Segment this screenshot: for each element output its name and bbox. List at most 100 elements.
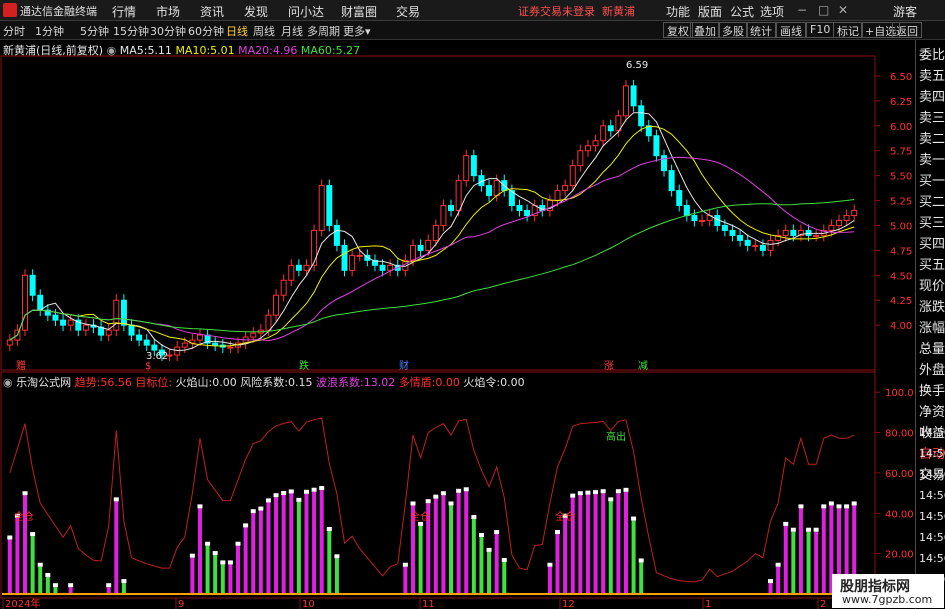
wave-cap [631,516,637,521]
menu-banmian[interactable]: 版面 [698,3,722,20]
menu-faxian[interactable]: 发现 [244,3,268,20]
wave-cap [7,535,13,540]
wave-bar [121,583,126,594]
wave-bar [296,501,301,594]
close-icon[interactable]: ✕ [838,3,848,17]
wave-cap [250,509,256,514]
candle-body [212,342,219,346]
minimize-icon[interactable]: − [797,3,807,17]
menu-gongneng[interactable]: 功能 [666,3,690,20]
wave-cap [844,504,850,509]
date-tick-label: 12 [562,599,575,609]
ind-tick-label: 80.00 [885,429,914,440]
wave-bar [487,551,492,594]
menu-hangqing[interactable]: 行情 [112,3,136,20]
candle-body [303,264,310,271]
wave-bar [312,491,317,594]
menu-shichang[interactable]: 市场 [156,3,180,20]
wave-cap [623,487,629,492]
period-daily[interactable]: 日线 [226,23,248,39]
wave-cap [813,527,819,532]
btn-tongji[interactable]: 统计 [746,22,776,38]
menu-jiaoyi[interactable]: 交易 [396,3,420,20]
period-fenshi[interactable]: 分时 [3,23,25,39]
wave-bar [456,492,461,594]
wave-cap [790,527,796,532]
candle-body [356,254,363,257]
btn-huaxian[interactable]: 画线 [776,22,806,38]
candle-body [273,294,280,316]
candle-body [120,299,127,326]
candle-body [828,224,835,231]
wave-cap [501,557,507,562]
wave-cap [402,562,408,567]
candle-body [607,125,614,132]
guest-button[interactable]: 游客 [893,3,917,20]
kline-chart[interactable]: 6.50 6.25 6.00 5.75 5.50 5.25 5.00 4.75 4.50 4.25… [0,40,915,609]
period-more[interactable]: 更多▾ [343,23,371,39]
candle-body [409,244,416,261]
candle-body [417,244,424,251]
wave-cap [273,493,279,498]
period-1min[interactable]: 1分钟 [35,23,64,39]
btn-fuquan[interactable]: 复权 [663,22,693,38]
wave-cap [494,530,500,535]
candle-body [661,155,668,172]
wave-cap [798,504,804,509]
period-5min[interactable]: 5分钟 [80,23,109,39]
candle-body [143,339,150,346]
wave-bar [319,490,324,594]
wave-bar [403,566,408,594]
period-monthly[interactable]: 月线 [281,23,303,39]
indicator-axis: 100.0 80.00 60.00 40.00 20.00 [875,388,914,561]
btn-back[interactable]: 返回 [892,22,922,38]
menu-caifuquan[interactable]: 财富圈 [341,3,377,20]
wave-cap [106,583,112,588]
period-multi[interactable]: 多周期 [307,23,340,39]
marker-zhang: 涨 [604,360,614,372]
wave-cap [212,551,218,556]
menu-xuanxiang[interactable]: 选项 [760,3,784,20]
wave-cap [45,572,51,577]
candle-body [584,145,591,152]
full-label-3: 全仓 [555,510,575,523]
menu-wenxiaoda[interactable]: 问小达 [288,3,324,20]
menu-zixun[interactable]: 资讯 [200,3,224,20]
menu-gongshi[interactable]: 公式 [730,3,754,20]
ma60-line [9,199,855,341]
date-tick-label: 2 [820,599,826,609]
candle-body [843,214,850,221]
login-warning[interactable]: 证券交易未登录 新黄浦 [518,3,635,19]
candle-body [516,205,523,212]
wave-bar [821,508,826,594]
btn-biaoji[interactable]: 标记 [833,22,863,38]
candle-body [577,150,584,167]
wave-bar [608,501,613,594]
app-name: 通达信金融终端 [20,5,97,18]
candle-body [630,85,637,107]
btn-duogu[interactable]: 多股 [718,22,748,38]
candle-body [699,219,706,222]
price-grid [875,75,880,326]
candle-body [29,274,36,296]
wave-cap [220,560,226,565]
maximize-icon[interactable]: □ [818,3,829,17]
period-15min[interactable]: 15分钟 [113,23,149,39]
wave-cap [783,521,789,526]
candle-body [790,229,797,236]
btn-diejia[interactable]: 叠加 [690,22,720,38]
marker-zeng: 赠 [16,359,26,372]
wave-bar [236,545,241,594]
wave-cap [547,562,553,567]
period-60min[interactable]: 60分钟 [188,23,224,39]
wave-cap [775,562,781,567]
candle-body [52,314,59,321]
candle-body [181,342,188,348]
period-weekly[interactable]: 周线 [253,23,275,39]
btn-f10[interactable]: F10 [806,22,835,38]
wave-bar [806,531,811,594]
wave-cap [258,506,264,511]
period-30min[interactable]: 30分钟 [150,23,186,39]
wave-cap [608,497,614,502]
right-panel-item: 买一 [919,174,945,189]
